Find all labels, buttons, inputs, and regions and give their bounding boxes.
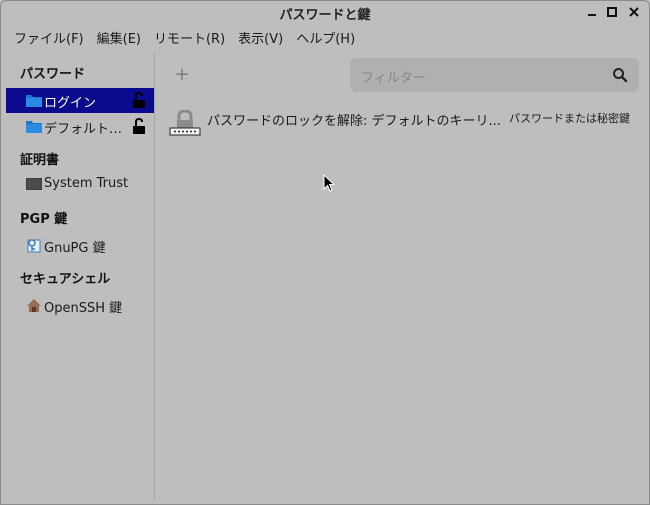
entry-type: パスワードまたは秘密鍵	[509, 112, 630, 125]
sidebar-item-label: System Trust	[44, 176, 129, 191]
unlocked-icon[interactable]	[132, 118, 146, 135]
password-lock-icon	[169, 110, 201, 136]
menu-remote[interactable]: リモート(R)	[150, 29, 234, 51]
app-window: パスワードと鍵 ファイル(F) 編集(E) リモート(R) 表示(V) ヘルプ(…	[0, 0, 650, 505]
menu-edit[interactable]: 編集(E)	[93, 29, 150, 51]
sidebar-item-system-trust[interactable]: System Trust	[6, 172, 154, 197]
close-icon[interactable]	[626, 4, 642, 20]
menu-help[interactable]: ヘルプ(H)	[292, 29, 364, 51]
home-icon	[27, 299, 41, 312]
sidebar-item-label: デフォルト…	[44, 122, 123, 137]
search-icon	[613, 68, 628, 83]
sidebar-item-default[interactable]: デフォルト…	[6, 114, 154, 139]
key-sheet-icon	[27, 239, 41, 253]
section-secure-shell: セキュアシェル	[20, 272, 111, 287]
search-placeholder: フィルター	[361, 71, 426, 86]
folder-icon	[26, 121, 42, 133]
section-pgp-keys: PGP 鍵	[20, 212, 68, 227]
sidebar-item-openssh[interactable]: OpenSSH 鍵	[6, 293, 154, 318]
maximize-icon[interactable]	[604, 4, 620, 20]
sidebar-item-gnupg[interactable]: GnuPG 鍵	[6, 233, 154, 258]
minimize-icon[interactable]	[584, 4, 600, 20]
menu-file[interactable]: ファイル(F)	[1, 29, 93, 51]
search-input[interactable]: フィルター	[350, 58, 639, 92]
sidebar: パスワード ログイン デフォルト… 証明書 System Trust PGP 鍵…	[1, 53, 155, 500]
menu-bar: ファイル(F) 編集(E) リモート(R) 表示(V) ヘルプ(H)	[1, 29, 649, 51]
entry-title: パスワードのロックを解除: デフォルトのキーリ...	[207, 114, 501, 129]
add-button[interactable]: +	[173, 64, 191, 86]
sidebar-item-label: ログイン	[44, 96, 97, 111]
sidebar-item-label: GnuPG 鍵	[44, 241, 106, 256]
mouse-cursor-icon	[323, 174, 336, 192]
sidebar-item-label: OpenSSH 鍵	[44, 301, 123, 316]
monitor-icon	[26, 178, 42, 190]
unlocked-icon[interactable]	[132, 92, 146, 109]
main-pane: + フィルター パスワードのロックを解除: デフォルトのキーリ... パスワード…	[155, 53, 649, 500]
list-item[interactable]: パスワードのロックを解除: デフォルトのキーリ... パスワードまたは秘密鍵	[167, 107, 649, 139]
section-certificates: 証明書	[20, 153, 60, 168]
window-title: パスワードと鍵	[279, 8, 371, 23]
menu-view[interactable]: 表示(V)	[234, 29, 292, 51]
title-bar[interactable]: パスワードと鍵	[1, 1, 649, 25]
section-passwords: パスワード	[20, 67, 86, 82]
sidebar-item-login[interactable]: ログイン	[6, 88, 154, 113]
folder-icon	[26, 95, 42, 107]
